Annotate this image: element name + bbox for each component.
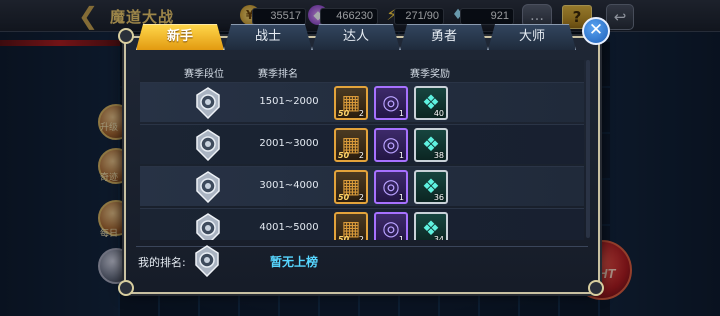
orb-reward-icon[interactable]: ◎ 1: [374, 212, 408, 240]
rank-medal-icon: [196, 171, 220, 203]
reward-quantity: 1: [398, 109, 404, 118]
reward-quantity: 1: [398, 151, 404, 160]
tier-tab-bar: 新手 战士 达人 勇者 大师: [136, 24, 576, 54]
orb-reward-icon[interactable]: ◎ 1: [374, 170, 408, 204]
my-rank-label: 我的排名:: [138, 256, 186, 269]
chest-reward-icon[interactable]: ▦ 50 2: [334, 212, 368, 240]
frame-corner-ornament: [118, 28, 134, 44]
rank-medal-icon: [196, 129, 220, 161]
reward-level: 50: [338, 193, 350, 202]
table-row: 1501~2000 ▦ 50 2 ◎ 1 ❖ 40: [140, 82, 584, 122]
table-row: 3001~4000 ▦ 50 2 ◎ 1 ❖ 36: [140, 166, 584, 206]
reward-quantity: 34: [433, 235, 444, 240]
reward-quantity: 2: [358, 235, 364, 240]
reward-quantity: 1: [398, 193, 404, 202]
chest-reward-icon[interactable]: ▦ 50 2: [334, 170, 368, 204]
close-icon: ✕: [588, 20, 604, 40]
header-tier: 赛季段位: [184, 69, 224, 80]
crystal-reward-icon[interactable]: ❖ 34: [414, 212, 448, 240]
reward-quantity: 2: [358, 151, 364, 160]
reward-quantity: 1: [398, 235, 404, 240]
table-header: 赛季段位 赛季排名 赛季奖励: [140, 60, 584, 82]
table-row: 4001~5000 ▦ 50 2 ◎ 1 ❖ 34: [140, 208, 584, 240]
table-row: 2001~3000 ▦ 50 2 ◎ 1 ❖ 38: [140, 124, 584, 164]
rank-range: 3001~4000: [259, 180, 319, 191]
reward-level: 50: [338, 151, 350, 160]
header-reward: 赛季奖励: [410, 69, 450, 80]
rank-medal-icon: [196, 87, 220, 119]
frame-corner-ornament: [588, 280, 604, 296]
my-rank-value: 暂无上榜: [270, 255, 319, 269]
header-rank: 赛季排名: [258, 69, 298, 80]
crystal-reward-icon[interactable]: ❖ 36: [414, 170, 448, 204]
chest-reward-icon[interactable]: ▦ 50 2: [334, 86, 368, 120]
tab-novice[interactable]: 新手: [136, 24, 224, 50]
tab-expert[interactable]: 达人: [312, 24, 400, 50]
rank-range: 4001~5000: [259, 222, 319, 233]
tab-brave[interactable]: 勇者: [400, 24, 488, 50]
reward-quantity: 40: [433, 109, 444, 118]
reward-quantity: 36: [433, 193, 444, 202]
reward-quantity: 38: [433, 151, 444, 160]
rank-range: 2001~3000: [259, 138, 319, 149]
my-rank-footer: 我的排名: 暂无上榜: [136, 245, 588, 277]
reward-level: 50: [338, 235, 350, 240]
crystal-reward-icon[interactable]: ❖ 38: [414, 128, 448, 162]
tab-warrior[interactable]: 战士: [224, 24, 312, 50]
rewards-table: 赛季段位 赛季排名 赛季奖励 1501~2000 ▦ 50 2 ◎ 1 ❖ 40 2001~30…: [140, 60, 584, 240]
reward-quantity: 2: [358, 109, 364, 118]
rank-range: 1501~2000: [259, 96, 319, 107]
rank-medal-icon: [195, 245, 219, 277]
reward-quantity: 2: [358, 193, 364, 202]
orb-reward-icon[interactable]: ◎ 1: [374, 86, 408, 120]
rank-medal-icon: [196, 213, 220, 240]
close-button[interactable]: ✕: [582, 17, 610, 45]
chest-reward-icon[interactable]: ▦ 50 2: [334, 128, 368, 162]
crystal-reward-icon[interactable]: ❖ 40: [414, 86, 448, 120]
table-scrollbar[interactable]: [586, 60, 590, 238]
orb-reward-icon[interactable]: ◎ 1: [374, 128, 408, 162]
frame-corner-ornament: [118, 280, 134, 296]
reward-level: 50: [338, 109, 350, 118]
tab-master[interactable]: 大师: [488, 24, 576, 50]
